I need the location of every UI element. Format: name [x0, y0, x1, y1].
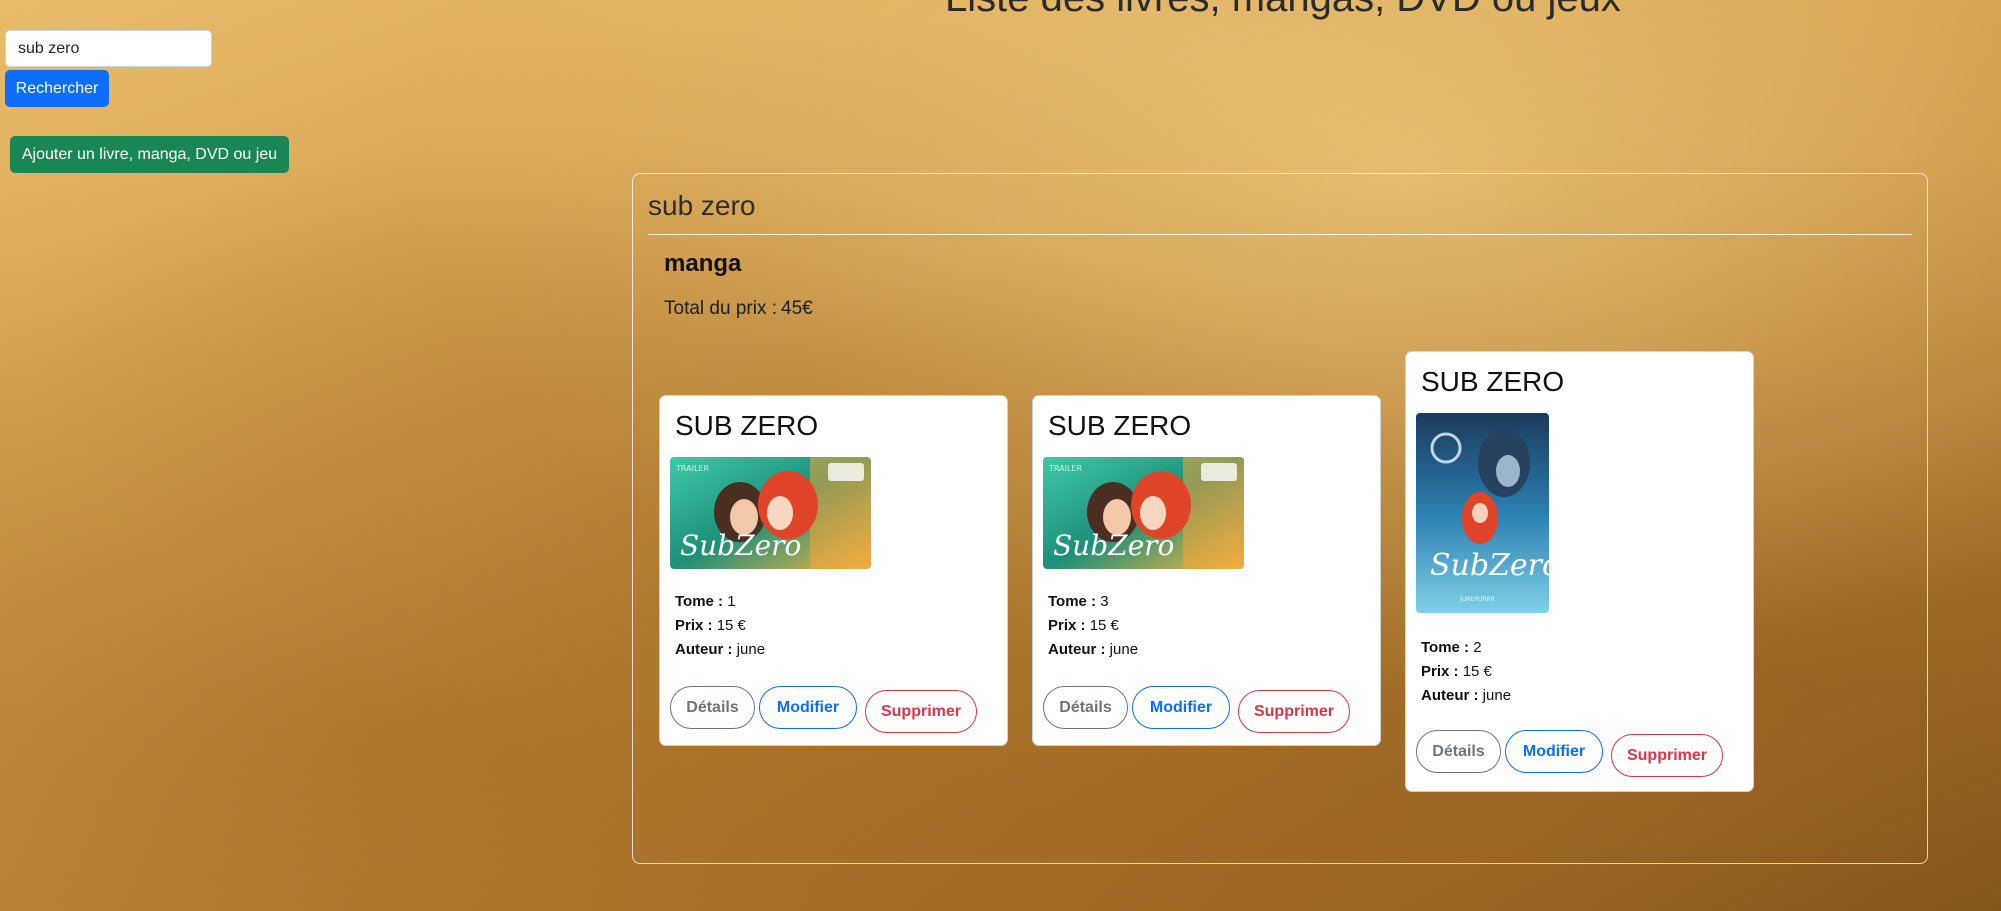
auteur-value: june	[1109, 641, 1139, 658]
add-item-button[interactable]: Ajouter un livre, manga, DVD ou jeu	[10, 136, 289, 173]
item-card: SUB ZERO SubZero JUNEPURRR Tome : 2 Prix…	[1405, 351, 1754, 792]
cover-image: SubZero JUNEPURRR	[1416, 413, 1549, 613]
supprimer-button[interactable]: Supprimer	[1238, 690, 1350, 733]
details-button[interactable]: Détails	[1043, 686, 1128, 729]
cover-image: SubZero TRAILER	[1043, 457, 1244, 569]
cover-image: SubZero TRAILER	[670, 457, 871, 569]
page-title: Liste des livres, mangas, DVD ou jeux	[945, 0, 1621, 21]
results-panel: sub zero manga Total du prix :45€ SUB ZE…	[632, 173, 1928, 864]
prix-value: 15 €	[1462, 663, 1492, 680]
svg-text:JUNEPURRR: JUNEPURRR	[1459, 596, 1495, 603]
search-term-heading: sub zero	[648, 190, 756, 221]
svg-text:SubZero: SubZero	[680, 529, 801, 562]
svg-text:SubZero: SubZero	[1053, 529, 1174, 562]
card-title: SUB ZERO	[1421, 366, 1565, 397]
auteur-value: june	[1482, 687, 1512, 704]
tome-label: Tome :	[1421, 639, 1470, 656]
modifier-button[interactable]: Modifier	[759, 686, 857, 729]
tome-label: Tome :	[1048, 593, 1097, 610]
total-price: Total du prix :45€	[664, 298, 813, 320]
prix-label: Prix :	[675, 617, 713, 634]
tome-value: 3	[1100, 593, 1109, 610]
item-info: Tome : 2 Prix : 15 € Auteur : june	[1421, 636, 1511, 708]
results-header: sub zero	[648, 186, 1912, 235]
total-price-label: Total du prix :	[664, 298, 777, 319]
details-button[interactable]: Détails	[670, 686, 755, 729]
svg-text:TRAILER: TRAILER	[1048, 464, 1082, 473]
svg-text:SubZero: SubZero	[1430, 548, 1549, 583]
auteur-label: Auteur :	[1048, 641, 1106, 658]
tome-label: Tome :	[675, 593, 724, 610]
modifier-button[interactable]: Modifier	[1132, 686, 1230, 729]
auteur-value: june	[736, 641, 766, 658]
search-button[interactable]: Rechercher	[5, 70, 109, 107]
auteur-label: Auteur :	[675, 641, 733, 658]
item-card: SUB ZERO SubZero TRAILER Tome : 1 Prix:…	[659, 395, 1008, 746]
prix-label: Prix :	[1048, 617, 1086, 634]
prix-label: Prix :	[1421, 663, 1459, 680]
card-title: SUB ZERO	[675, 410, 819, 441]
card-title: SUB ZERO	[1048, 410, 1192, 441]
svg-text:TRAILER: TRAILER	[675, 464, 709, 473]
tome-value: 1	[727, 593, 736, 610]
item-card: SUB ZERO SubZero TRAILER Tome : 3 Prix:…	[1032, 395, 1381, 746]
search-input[interactable]	[5, 30, 212, 67]
category-title: manga	[664, 250, 742, 277]
total-price-value: 45€	[781, 298, 813, 319]
prix-value: 15 €	[716, 617, 746, 634]
modifier-button[interactable]: Modifier	[1505, 730, 1603, 773]
tome-value: 2	[1473, 639, 1482, 656]
supprimer-button[interactable]: Supprimer	[1611, 734, 1723, 777]
prix-value: 15 €	[1089, 617, 1119, 634]
supprimer-button[interactable]: Supprimer	[865, 690, 977, 733]
item-info: Tome : 3 Prix : 15 € Auteur : june	[1048, 590, 1138, 662]
item-info: Tome : 1 Prix : 15 € Auteur : june	[675, 590, 765, 662]
details-button[interactable]: Détails	[1416, 730, 1501, 773]
auteur-label: Auteur :	[1421, 687, 1479, 704]
